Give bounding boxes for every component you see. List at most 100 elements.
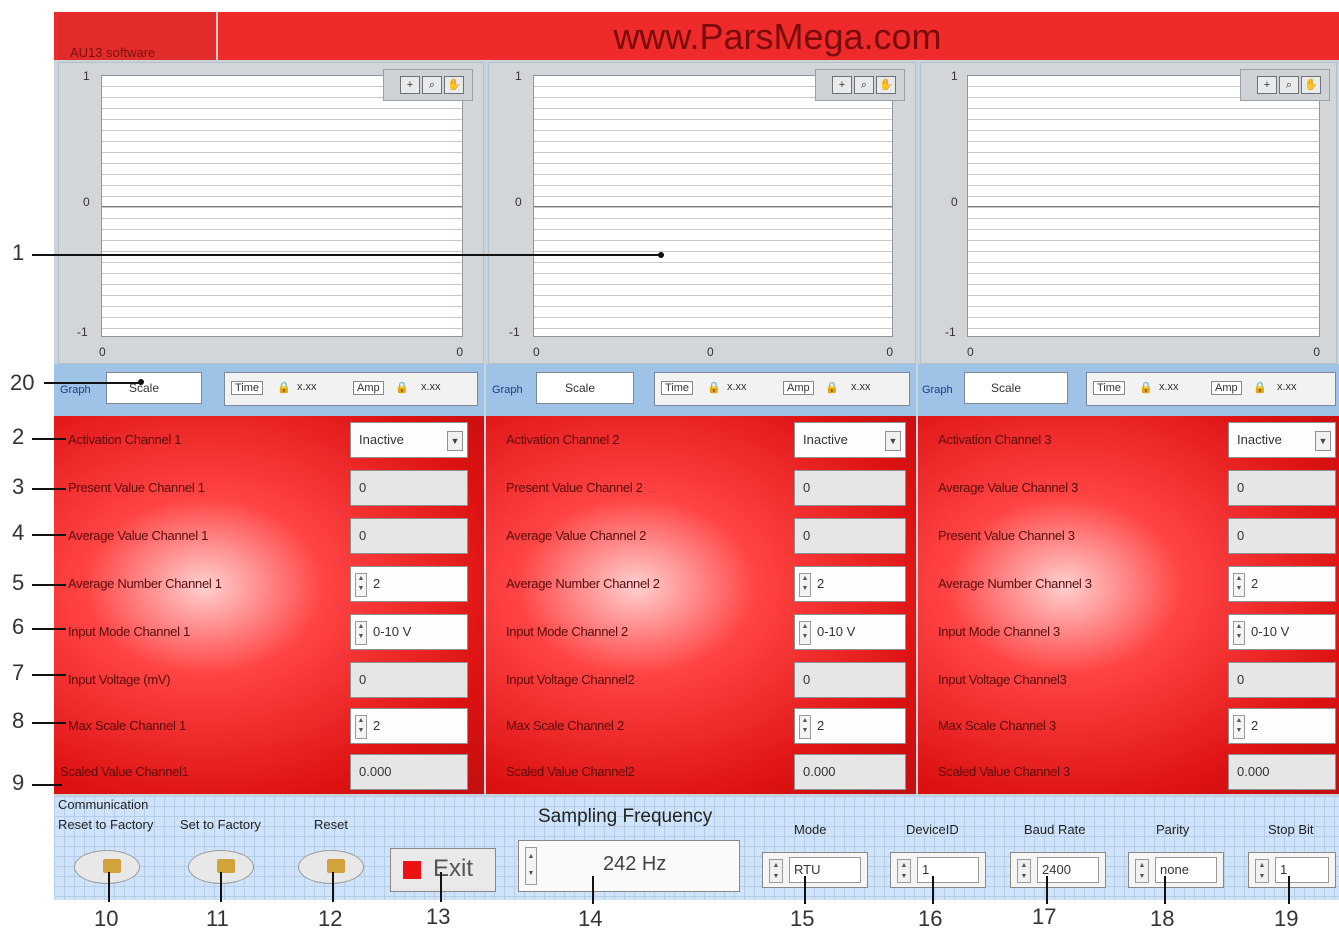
spinner-icon[interactable]: ▲ ▼	[1233, 573, 1245, 597]
lock-icon[interactable]: 🔒	[277, 381, 291, 394]
format-icon[interactable]: x.xx	[421, 381, 441, 393]
spinner-icon[interactable]: ▲ ▼	[355, 573, 367, 597]
spinner-icon[interactable]: ▲ ▼	[1233, 621, 1245, 645]
pan-icon[interactable]: ✋	[1301, 76, 1321, 94]
chevron-down-icon[interactable]: ▼	[885, 431, 901, 451]
average-number-label: Average Number Channel 3	[938, 576, 1092, 591]
scale-selector[interactable]: Scale	[106, 372, 202, 404]
y-tick-bottom: -1	[77, 325, 88, 339]
max-scale-label: Max Scale Channel 2	[506, 718, 624, 733]
spinner-icon[interactable]: ▲ ▼	[1017, 859, 1031, 883]
format-icon[interactable]: x.xx	[1277, 381, 1297, 393]
software-label-box: AU13 software	[58, 12, 218, 60]
max-scale-input[interactable]: ▲ ▼ 2	[1228, 708, 1336, 744]
callout-line	[804, 876, 806, 904]
lock-icon[interactable]: 🔒	[1253, 381, 1267, 394]
scale-selector[interactable]: Scale	[964, 372, 1068, 404]
mode-select[interactable]: ▲ ▼ RTU	[762, 852, 868, 888]
spinner-icon[interactable]: ▲ ▼	[799, 715, 811, 739]
callout-number: 7	[12, 660, 25, 685]
scaled-value-label: Scaled Value Channel2	[506, 764, 635, 779]
average-number-input[interactable]: ▲ ▼ 2	[1228, 566, 1336, 602]
lock-icon[interactable]: 🔒	[395, 381, 409, 394]
callout-line	[440, 872, 442, 902]
stop-bit-select[interactable]: ▲ ▼ 1	[1248, 852, 1336, 888]
pan-icon[interactable]: ✋	[444, 76, 464, 94]
x-tick-left: 0	[967, 345, 974, 359]
baud-rate-select[interactable]: ▲ ▼ 2400	[1010, 852, 1106, 888]
input-mode-input[interactable]: ▲ ▼ 0-10 V	[350, 614, 468, 650]
axis-controls[interactable]: Time 🔒 x.xx Amp 🔒 x.xx	[654, 372, 910, 406]
parity-select[interactable]: ▲ ▼ none	[1128, 852, 1224, 888]
sampling-frequency-label: Sampling Frequency	[538, 806, 713, 827]
graph-palette[interactable]: + ⌕ ✋	[1240, 69, 1330, 101]
zoom-icon[interactable]: ⌕	[854, 76, 874, 94]
activation-select[interactable]: Inactive ▼	[350, 422, 468, 458]
scale-selector[interactable]: Scale	[536, 372, 634, 404]
spinner-icon[interactable]: ▲ ▼	[769, 859, 783, 883]
zoom-icon[interactable]: ⌕	[422, 76, 442, 94]
scaled-value-field: 0.000	[350, 754, 468, 790]
callout-line	[332, 872, 334, 902]
baud-rate-label: Baud Rate	[1024, 822, 1086, 837]
spinner-icon[interactable]: ▲ ▼	[799, 573, 811, 597]
max-scale-input[interactable]: ▲ ▼ 2	[350, 708, 468, 744]
lock-icon[interactable]: 🔒	[707, 381, 721, 394]
sampling-frequency-input[interactable]: ▲ ▼ 242 Hz	[518, 840, 740, 892]
spinner-icon[interactable]: ▲ ▼	[897, 859, 911, 883]
graph-palette[interactable]: + ⌕ ✋	[383, 69, 473, 101]
average-number-input[interactable]: ▲ ▼ 2	[794, 566, 906, 602]
format-icon[interactable]: x.xx	[727, 381, 747, 393]
graph-palette[interactable]: + ⌕ ✋	[815, 69, 905, 101]
format-icon[interactable]: x.xx	[1159, 381, 1179, 393]
spinner-icon[interactable]: ▲ ▼	[1255, 859, 1269, 883]
reset-to-factory-button[interactable]	[74, 850, 140, 884]
input-voltage-label: Input Voltage (mV)	[68, 672, 171, 687]
plot-area[interactable]	[101, 75, 463, 337]
device-id-input[interactable]: ▲ ▼ 1	[890, 852, 986, 888]
callout-line	[932, 876, 934, 904]
average-number-input[interactable]: ▲ ▼ 2	[350, 566, 468, 602]
reset-button[interactable]	[298, 850, 364, 884]
plot-area[interactable]	[967, 75, 1320, 337]
average-value-field: 0	[1228, 518, 1336, 554]
folder-icon	[327, 859, 345, 873]
axis-controls[interactable]: Time 🔒 x.xx Amp 🔒 x.xx	[1086, 372, 1336, 406]
input-mode-input[interactable]: ▲ ▼ 0-10 V	[1228, 614, 1336, 650]
cursor-icon[interactable]: +	[1257, 76, 1277, 94]
spinner-icon[interactable]: ▲ ▼	[799, 621, 811, 645]
graph-controls-2: Graph Scale Time 🔒 x.xx Amp 🔒 x.xx	[486, 364, 916, 416]
graph-label: Graph	[60, 384, 91, 396]
activation-select[interactable]: Inactive ▼	[794, 422, 906, 458]
spinner-icon[interactable]: ▲ ▼	[1135, 859, 1149, 883]
input-voltage-label: Input Voltage Channel3	[938, 672, 1067, 687]
device-id-label: DeviceID	[906, 822, 959, 837]
chevron-down-icon[interactable]: ▼	[1315, 431, 1331, 451]
callout-number: 5	[12, 570, 25, 595]
cursor-icon[interactable]: +	[832, 76, 852, 94]
exit-button[interactable]: Exit	[390, 848, 496, 892]
max-scale-input[interactable]: ▲ ▼ 2	[794, 708, 906, 744]
parity-label: Parity	[1156, 822, 1190, 837]
cursor-icon[interactable]: +	[400, 76, 420, 94]
spinner-icon[interactable]: ▲ ▼	[355, 715, 367, 739]
plot-area[interactable]	[533, 75, 893, 337]
callout-number: 11	[206, 906, 229, 931]
lock-icon[interactable]: 🔒	[1139, 381, 1153, 394]
x-tick-right: 0	[886, 345, 893, 359]
format-icon[interactable]: x.xx	[851, 381, 871, 393]
lock-icon[interactable]: 🔒	[825, 381, 839, 394]
activation-select[interactable]: Inactive ▼	[1228, 422, 1336, 458]
average-value-label: Average Value Channel 2	[506, 528, 647, 543]
axis-controls[interactable]: Time 🔒 x.xx Amp 🔒 x.xx	[224, 372, 478, 406]
input-mode-input[interactable]: ▲ ▼ 0-10 V	[794, 614, 906, 650]
chevron-down-icon[interactable]: ▼	[447, 431, 463, 451]
pan-icon[interactable]: ✋	[876, 76, 896, 94]
spinner-icon[interactable]: ▲ ▼	[355, 621, 367, 645]
format-icon[interactable]: x.xx	[297, 381, 317, 393]
zoom-icon[interactable]: ⌕	[1279, 76, 1299, 94]
x-tick-right: 0	[1313, 345, 1320, 359]
spinner-icon[interactable]: ▲ ▼	[1233, 715, 1245, 739]
activation-label: Activation Channel 1	[68, 432, 182, 447]
spinner-icon[interactable]: ▲ ▼	[525, 847, 537, 885]
